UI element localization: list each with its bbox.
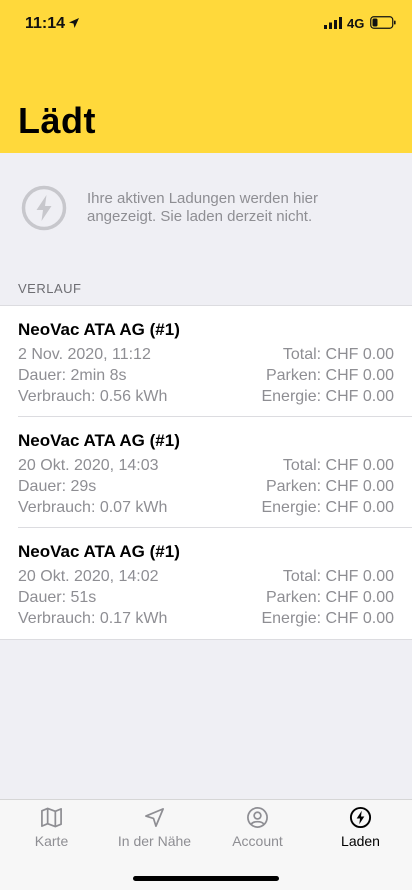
tab-karte[interactable]: Karte (0, 800, 103, 860)
tab-label: In der Nähe (117, 833, 192, 849)
map-icon (41, 807, 62, 828)
entry-consumption: Verbrauch: 0.56 kWh (18, 388, 168, 405)
bolt-circle-icon (349, 806, 372, 829)
charging-info: Ihre aktiven Ladungen werden hier angeze… (0, 153, 412, 263)
entry-duration: Dauer: 51s (18, 589, 97, 606)
history-entry[interactable]: NeoVac ATA AG (#1) 2 Nov. 2020, 11:12 Tot… (18, 306, 412, 417)
header: 11:14 4G Lädt (0, 0, 412, 153)
entry-date: 20 Okt. 2020, 14:03 (18, 457, 159, 474)
location-arrow-icon (69, 18, 79, 28)
tab-account[interactable]: Account (206, 800, 309, 860)
entry-total: Total: CHF 0.00 (282, 568, 394, 585)
entry-date: 20 Okt. 2020, 14:02 (18, 568, 159, 585)
battery-icon (370, 16, 396, 29)
info-message: Ihre aktiven Ladungen werden hier angeze… (87, 190, 318, 225)
section-label-history: VERLAUF (18, 281, 82, 296)
entry-total: Total: CHF 0.00 (282, 457, 394, 474)
entry-duration: Dauer: 29s (18, 478, 97, 495)
page-title: Lädt (18, 100, 96, 141)
entry-parking: Parken: CHF 0.00 (265, 589, 394, 606)
tab-label: Laden (341, 833, 380, 849)
tab-in-der-naehe[interactable]: In der Nähe (103, 800, 206, 860)
entry-energy: Energie: CHF 0.00 (261, 610, 394, 627)
signal-icon (324, 17, 342, 29)
bolt-circle-icon (21, 185, 67, 231)
tab-label: Account (232, 833, 283, 849)
status-bar: 11:14 4G (0, 0, 412, 48)
entry-energy: Energie: CHF 0.00 (261, 388, 394, 405)
history-entry[interactable]: NeoVac ATA AG (#1) 20 Okt. 2020, 14:03 To… (18, 417, 412, 528)
history-list: NeoVac ATA AG (#1) 2 Nov. 2020, 11:12 Tot… (0, 305, 412, 640)
entry-total: Total: CHF 0.00 (282, 346, 394, 363)
status-time: 11:14 (25, 15, 66, 32)
entry-title: NeoVac ATA AG (#1) (18, 431, 180, 450)
entry-consumption: Verbrauch: 0.17 kWh (18, 610, 168, 627)
entry-duration: Dauer: 2min 8s (18, 367, 127, 384)
entry-energy: Energie: CHF 0.00 (261, 499, 394, 516)
entry-parking: Parken: CHF 0.00 (265, 367, 394, 384)
entry-title: NeoVac ATA AG (#1) (18, 320, 180, 339)
entry-title: NeoVac ATA AG (#1) (18, 542, 180, 561)
tab-laden[interactable]: Laden (309, 800, 412, 860)
entry-consumption: Verbrauch: 0.07 kWh (18, 499, 168, 516)
network-type: 4G (347, 16, 365, 31)
history-entry[interactable]: NeoVac ATA AG (#1) 20 Okt. 2020, 14:02 To… (18, 528, 412, 639)
entry-date: 2 Nov. 2020, 11:12 (18, 346, 151, 363)
navigation-arrow-icon (145, 808, 164, 827)
entry-parking: Parken: CHF 0.00 (265, 478, 394, 495)
home-indicator (133, 876, 279, 881)
tab-label: Karte (34, 833, 69, 849)
user-circle-icon (247, 807, 268, 828)
